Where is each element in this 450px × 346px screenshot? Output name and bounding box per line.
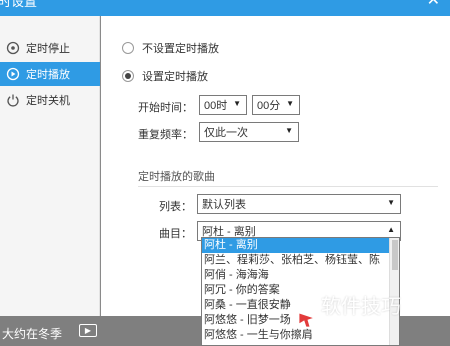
list-label: 列表： [159,201,192,213]
minute-value: 00分 [257,100,281,112]
scrollbar-thumb[interactable] [392,240,398,270]
chevron-down-icon: ▼ [387,198,395,207]
chevron-down-icon: ▼ [286,99,294,108]
timer-play-icon [6,67,20,81]
chevron-up-icon: ▲ [387,225,395,234]
list-item[interactable]: 阿俏 - 海海海 [202,268,390,283]
radio-no-schedule[interactable]: 不设置定时播放 [122,40,219,56]
now-playing-title[interactable]: 大约在冬季 [2,325,62,342]
playlist-value: 默认列表 [202,199,246,211]
list-item[interactable]: 阿杜 - 离别 [202,238,390,253]
repeat-label: 重复频率： [138,129,193,141]
radio-label: 不设置定时播放 [142,43,219,55]
radio-schedule[interactable]: 设置定时播放 [122,68,208,84]
sidebar-item-shutdown[interactable]: 定时关机 [0,88,100,112]
song-label: 曲目： [159,228,192,240]
window-title: 时设置 [0,0,38,9]
sidebar-item-label: 定时关机 [26,95,70,107]
sidebar-item-label: 定时播放 [26,69,70,81]
radio-label: 设置定时播放 [142,71,208,83]
power-icon [6,93,20,107]
playlist-select[interactable]: 默认列表 ▼ [197,194,401,214]
sidebar: 定时停止 定时播放 定时关机 [0,16,100,316]
sidebar-item-label: 定时停止 [26,43,70,55]
title-bar: 时设置 ✕ [0,0,450,16]
list-item[interactable]: 阿悠悠 - 一生与你擦肩 [202,328,390,343]
chevron-down-icon: ▼ [285,126,293,135]
close-icon[interactable]: ✕ [427,0,440,9]
radio-button[interactable] [122,70,134,82]
timer-stop-icon [6,41,20,55]
divider [138,186,438,187]
mouse-cursor-icon [298,312,316,331]
hour-select[interactable]: 00时 ▼ [199,95,247,115]
sidebar-item-timer-stop[interactable]: 定时停止 [0,36,100,60]
minute-select[interactable]: 00分 ▼ [252,95,300,115]
hour-value: 00时 [204,100,228,112]
radio-button[interactable] [122,42,134,54]
play-icon[interactable]: ▶ [79,324,97,337]
sidebar-item-timer-play[interactable]: 定时播放 [0,62,100,86]
watermark: 软件技巧 [321,296,401,318]
repeat-value: 仅此一次 [204,127,248,139]
chevron-down-icon: ▼ [233,99,241,108]
start-time-label: 开始时间： [138,102,193,114]
section-title: 定时播放的歌曲 [138,171,215,183]
repeat-select[interactable]: 仅此一次 ▼ [199,122,299,142]
list-item[interactable]: 阿兰、程莉莎、张柏芝、杨钰莹、陈 [202,253,390,268]
